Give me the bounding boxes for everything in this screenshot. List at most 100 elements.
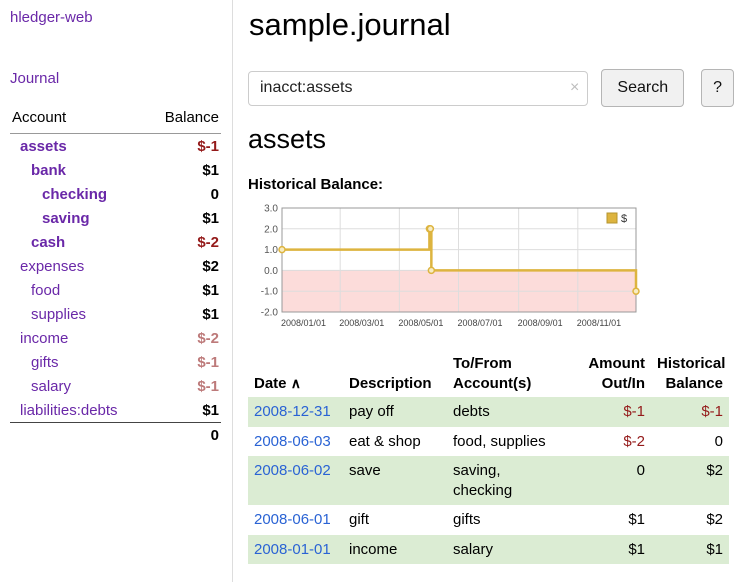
sidebar-account-link[interactable]: gifts <box>31 354 59 371</box>
txn-description: pay off <box>343 397 447 427</box>
transaction-row[interactable]: 2008-06-03eat & shopfood, supplies$-20 <box>248 427 729 457</box>
accounts-rows: assets$-1bank$1checking0saving$1cash$-2e… <box>10 134 221 423</box>
txn-balance: $1 <box>651 535 729 565</box>
sidebar-item-journal[interactable]: Journal <box>10 70 221 87</box>
main-content: sample.journal × Search ? assets Histori… <box>234 0 742 582</box>
txn-balance: $2 <box>651 456 729 505</box>
register-rows: 2008-12-31pay offdebts$-1$-12008-06-03ea… <box>248 397 729 564</box>
register-header-date-label: Date <box>254 375 287 392</box>
txn-balance: $2 <box>651 505 729 535</box>
txn-amount: $1 <box>566 505 651 535</box>
register-header-date[interactable]: Date ∧ <box>248 352 343 397</box>
txn-accounts: gifts <box>447 505 566 535</box>
txn-description: income <box>343 535 447 565</box>
sidebar-account-link[interactable]: liabilities:debts <box>20 402 118 419</box>
txn-description: eat & shop <box>343 427 447 457</box>
sort-asc-icon: ∧ <box>291 375 301 391</box>
svg-text:1.0: 1.0 <box>264 245 278 256</box>
sidebar-account-link[interactable]: checking <box>42 186 107 203</box>
register-header-balance: Historical Balance <box>651 352 729 397</box>
account-balance: $1 <box>148 278 221 302</box>
sidebar-account-link[interactable]: assets <box>20 138 67 155</box>
search-button[interactable]: Search <box>601 69 684 107</box>
svg-text:3.0: 3.0 <box>264 204 278 215</box>
transaction-date-link[interactable]: 2008-12-31 <box>254 403 331 420</box>
sidebar-account-link[interactable]: income <box>20 330 68 347</box>
sidebar-account-link[interactable]: bank <box>31 162 66 179</box>
txn-accounts: debts <box>447 397 566 427</box>
account-name-cell: cash <box>10 230 148 254</box>
register-header-row: Date ∧ Description To/From Account(s) Am… <box>248 352 729 397</box>
accounts-header-account: Account <box>10 107 148 134</box>
register-header-description: Description <box>343 352 447 397</box>
txn-description: save <box>343 456 447 505</box>
account-name-cell: saving <box>10 206 148 230</box>
search-input[interactable] <box>248 71 588 106</box>
account-balance: $-2 <box>148 230 221 254</box>
svg-text:2008/01/01: 2008/01/01 <box>281 318 326 328</box>
svg-text:2008/03/01: 2008/03/01 <box>339 318 384 328</box>
txn-date-cell: 2008-06-01 <box>248 505 343 535</box>
account-name-cell: food <box>10 278 148 302</box>
sidebar-account-link[interactable]: cash <box>31 234 65 251</box>
transaction-date-link[interactable]: 2008-06-02 <box>254 462 331 479</box>
register-header-accounts: To/From Account(s) <box>447 352 566 397</box>
transaction-date-link[interactable]: 2008-06-03 <box>254 433 331 450</box>
accounts-total-row: 0 <box>10 423 221 448</box>
search-field-wrap: × <box>248 71 588 106</box>
account-row: checking0 <box>10 182 221 206</box>
account-name-cell: expenses <box>10 254 148 278</box>
register-table: Date ∧ Description To/From Account(s) Am… <box>248 352 729 564</box>
app-title-link[interactable]: hledger-web <box>10 9 221 26</box>
sidebar-account-link[interactable]: supplies <box>31 306 86 323</box>
txn-date-cell: 2008-06-02 <box>248 456 343 505</box>
account-balance: $1 <box>148 302 221 326</box>
account-balance: $1 <box>148 398 221 423</box>
account-row: assets$-1 <box>10 134 221 159</box>
svg-text:-1.0: -1.0 <box>261 287 279 298</box>
balance-chart: 3.02.01.00.0-1.0-2.02008/01/012008/03/01… <box>248 200 646 338</box>
account-row: supplies $1 <box>10 302 221 326</box>
txn-balance: 0 <box>651 427 729 457</box>
accounts-total-spacer <box>10 423 148 448</box>
account-row: expenses$2 <box>10 254 221 278</box>
sidebar-account-link[interactable]: salary <box>31 378 71 395</box>
transaction-row[interactable]: 2008-12-31pay offdebts$-1$-1 <box>248 397 729 427</box>
help-button[interactable]: ? <box>701 69 734 107</box>
chart-title: Historical Balance: <box>248 176 734 193</box>
sidebar-account-link[interactable]: saving <box>42 210 90 227</box>
sidebar-account-link[interactable]: expenses <box>20 258 84 275</box>
accounts-total-value: 0 <box>148 423 221 448</box>
account-name-cell: supplies <box>10 302 148 326</box>
sidebar-account-link[interactable]: food <box>31 282 60 299</box>
account-balance: $-1 <box>148 374 221 398</box>
accounts-header-row: Account Balance <box>10 107 221 134</box>
account-heading: assets <box>248 124 734 155</box>
txn-amount: $-1 <box>566 397 651 427</box>
transaction-row[interactable]: 2008-06-02 savesaving, checking0$2 <box>248 456 729 505</box>
page-title: sample.journal <box>249 7 734 43</box>
svg-text:-2.0: -2.0 <box>261 308 279 319</box>
account-name-cell: salary <box>10 374 148 398</box>
account-row: gifts $-1 <box>10 350 221 374</box>
account-balance: $-2 <box>148 326 221 350</box>
account-name-cell: checking <box>10 182 148 206</box>
account-name-cell: gifts <box>10 350 148 374</box>
register-header-amount: Amount Out/In <box>566 352 651 397</box>
txn-accounts: food, supplies <box>447 427 566 457</box>
svg-text:2008/09/01: 2008/09/01 <box>518 318 563 328</box>
account-balance: $-1 <box>148 350 221 374</box>
txn-balance: $-1 <box>651 397 729 427</box>
transaction-date-link[interactable]: 2008-01-01 <box>254 541 331 558</box>
account-name-cell: assets <box>10 134 148 159</box>
clear-search-icon[interactable]: × <box>570 79 579 97</box>
txn-date-cell: 2008-12-31 <box>248 397 343 427</box>
txn-amount: 0 <box>566 456 651 505</box>
transaction-row[interactable]: 2008-01-01incomesalary$1$1 <box>248 535 729 565</box>
txn-accounts: saving, checking <box>447 456 566 505</box>
transaction-row[interactable]: 2008-06-01giftgifts$1$2 <box>248 505 729 535</box>
transaction-date-link[interactable]: 2008-06-01 <box>254 511 331 528</box>
account-name-cell: liabilities:debts <box>10 398 148 423</box>
account-balance: $1 <box>148 158 221 182</box>
svg-text:2008/07/01: 2008/07/01 <box>458 318 503 328</box>
